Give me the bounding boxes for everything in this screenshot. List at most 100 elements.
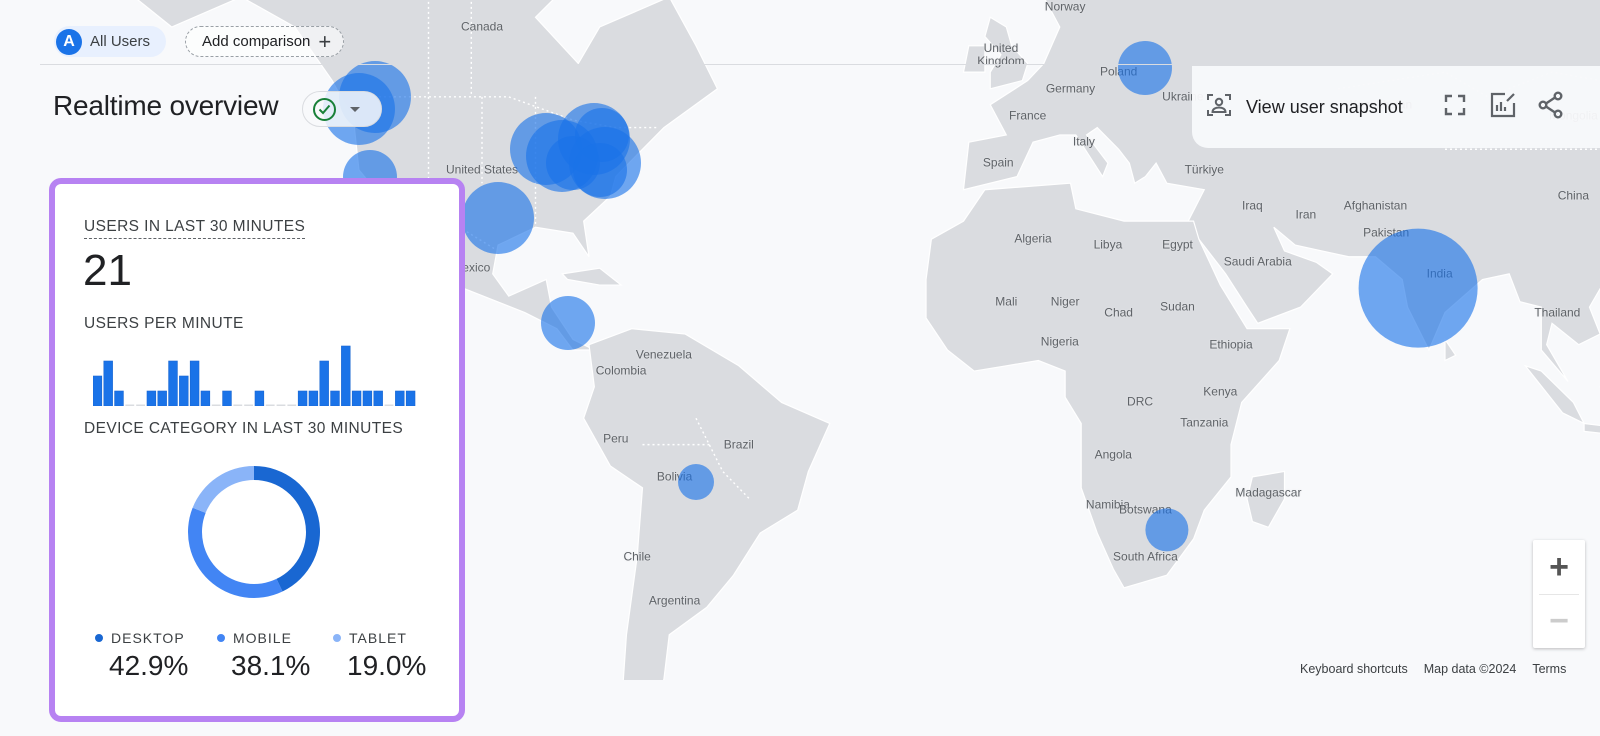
users-per-minute-label: USERS PER MINUTE bbox=[84, 315, 244, 332]
upm-bar[interactable] bbox=[330, 390, 340, 406]
country-label: Egypt bbox=[1162, 237, 1193, 252]
upm-bar-empty[interactable] bbox=[233, 404, 243, 407]
upm-bar[interactable] bbox=[341, 345, 351, 406]
upm-bar[interactable] bbox=[103, 360, 113, 406]
plus-icon: + bbox=[318, 28, 332, 54]
country-label: United States bbox=[445, 162, 519, 177]
donut-slice-mobile[interactable] bbox=[188, 507, 283, 598]
legend-dot-tablet bbox=[333, 634, 341, 642]
upm-bar-empty[interactable] bbox=[276, 404, 286, 407]
upm-bar[interactable] bbox=[254, 390, 265, 406]
upm-bar[interactable] bbox=[189, 360, 200, 406]
zoom-in-button[interactable]: + bbox=[1533, 540, 1585, 594]
fullscreen-button[interactable] bbox=[1440, 90, 1470, 120]
segment-chip-all-users[interactable]: A All Users bbox=[54, 26, 167, 57]
country-label: Mali bbox=[995, 294, 1018, 309]
donut-slice-desktop[interactable] bbox=[254, 466, 320, 592]
upm-bar[interactable] bbox=[297, 390, 308, 406]
add-comparison-button[interactable]: Add comparison + bbox=[185, 26, 345, 57]
country-label: Angola bbox=[1094, 447, 1132, 462]
upm-bar[interactable] bbox=[146, 390, 157, 406]
country-label: DRC bbox=[1127, 394, 1154, 409]
country-label: Niger bbox=[1050, 294, 1080, 309]
fullscreen-icon bbox=[1444, 94, 1466, 116]
country-label: Argentina bbox=[648, 593, 701, 608]
users-last-30-min-value: 21 bbox=[83, 246, 132, 295]
map-data-label: Map data ©2024 bbox=[1423, 662, 1517, 676]
comparison-bar: A All Users Add comparison + bbox=[0, 0, 1600, 66]
user-location-bubble[interactable] bbox=[1358, 228, 1478, 348]
upm-bar[interactable] bbox=[179, 375, 189, 406]
upm-bar-empty[interactable] bbox=[384, 404, 394, 407]
country-label: Chile bbox=[623, 549, 651, 564]
legend-label-tablet: TABLET bbox=[349, 630, 407, 646]
realtime-page: GreenlandIcelandCanadaUnited StatesMexic… bbox=[0, 0, 1600, 736]
country-label: Italy bbox=[1072, 134, 1095, 149]
upm-bar[interactable] bbox=[168, 360, 178, 406]
country-label: Sudan bbox=[1160, 299, 1195, 314]
upm-bar[interactable] bbox=[114, 390, 124, 406]
header-divider bbox=[40, 64, 1600, 65]
share-button[interactable] bbox=[1536, 90, 1566, 120]
user-location-bubble[interactable] bbox=[572, 142, 627, 197]
user-location-bubble[interactable] bbox=[540, 296, 595, 351]
zoom-out-button[interactable]: − bbox=[1533, 594, 1585, 648]
user-snapshot-icon bbox=[1206, 93, 1232, 122]
upm-bar-empty[interactable] bbox=[125, 404, 135, 407]
customize-report-icon bbox=[1490, 92, 1516, 118]
legend-label-mobile: MOBILE bbox=[233, 630, 292, 646]
upm-bar-empty[interactable] bbox=[211, 404, 221, 407]
customize-report-button[interactable] bbox=[1488, 90, 1518, 120]
country-label: Madagascar bbox=[1235, 485, 1302, 500]
users-last-30-min-label[interactable]: USERS IN LAST 30 MINUTES bbox=[84, 218, 306, 239]
device-category-donut[interactable] bbox=[186, 464, 322, 600]
country-label: Algeria bbox=[1014, 231, 1052, 246]
legend-dot-desktop bbox=[95, 634, 103, 642]
keyboard-shortcuts-link[interactable]: Keyboard shortcuts bbox=[1300, 662, 1408, 676]
upm-bar[interactable] bbox=[319, 360, 329, 406]
country-label: Saudi Arabia bbox=[1223, 254, 1292, 269]
upm-bar[interactable] bbox=[93, 375, 103, 406]
upm-bar-empty[interactable] bbox=[287, 404, 297, 407]
country-label: Venezuela bbox=[635, 347, 692, 362]
upm-bar-empty[interactable] bbox=[244, 404, 253, 407]
country-label: Nigeria bbox=[1040, 334, 1079, 349]
upm-bar[interactable] bbox=[157, 390, 167, 406]
country-label: Colombia bbox=[595, 363, 647, 378]
country-label: Libya bbox=[1093, 237, 1123, 252]
upm-bar[interactable] bbox=[200, 390, 211, 406]
country-label: Chad bbox=[1104, 305, 1133, 320]
land-mass bbox=[1523, 364, 1586, 425]
upm-bar[interactable] bbox=[373, 390, 383, 406]
country-label: Tanzania bbox=[1180, 415, 1229, 430]
country-label: South Africa bbox=[1113, 549, 1178, 564]
legend-tablet: TABLET 19.0% bbox=[333, 630, 426, 682]
data-status-dropdown[interactable] bbox=[302, 91, 382, 127]
donut-slice-tablet[interactable] bbox=[192, 466, 254, 513]
users-per-minute-chart[interactable] bbox=[93, 342, 417, 406]
upm-bar[interactable] bbox=[395, 390, 405, 406]
country-label: Ethiopia bbox=[1209, 337, 1253, 352]
country-label: Kenya bbox=[1203, 384, 1238, 399]
upm-bar[interactable] bbox=[308, 390, 319, 406]
segment-label: All Users bbox=[90, 33, 151, 50]
legend-value-tablet: 19.0% bbox=[347, 650, 427, 681]
user-location-bubble[interactable] bbox=[678, 464, 714, 501]
upm-bar-empty[interactable] bbox=[136, 404, 145, 407]
upm-bar[interactable] bbox=[362, 390, 373, 406]
country-label: Brazil bbox=[723, 437, 754, 452]
map-zoom-controls: + − bbox=[1533, 540, 1585, 648]
view-user-snapshot-button[interactable]: View user snapshot bbox=[1206, 93, 1403, 122]
terms-link[interactable]: Terms bbox=[1532, 662, 1566, 676]
country-label: Türkiye bbox=[1184, 162, 1224, 177]
report-toolbar: View user snapshot bbox=[1192, 66, 1600, 148]
legend-desktop: DESKTOP 42.9% bbox=[95, 630, 188, 682]
legend-value-mobile: 38.1% bbox=[231, 650, 311, 681]
upm-bar-empty[interactable] bbox=[265, 404, 275, 407]
country-label: Spain bbox=[982, 155, 1014, 170]
user-location-bubble[interactable] bbox=[462, 182, 535, 255]
upm-bar[interactable] bbox=[222, 390, 232, 406]
land-mass bbox=[582, 328, 831, 680]
upm-bar[interactable] bbox=[351, 390, 362, 406]
upm-bar[interactable] bbox=[405, 390, 416, 406]
